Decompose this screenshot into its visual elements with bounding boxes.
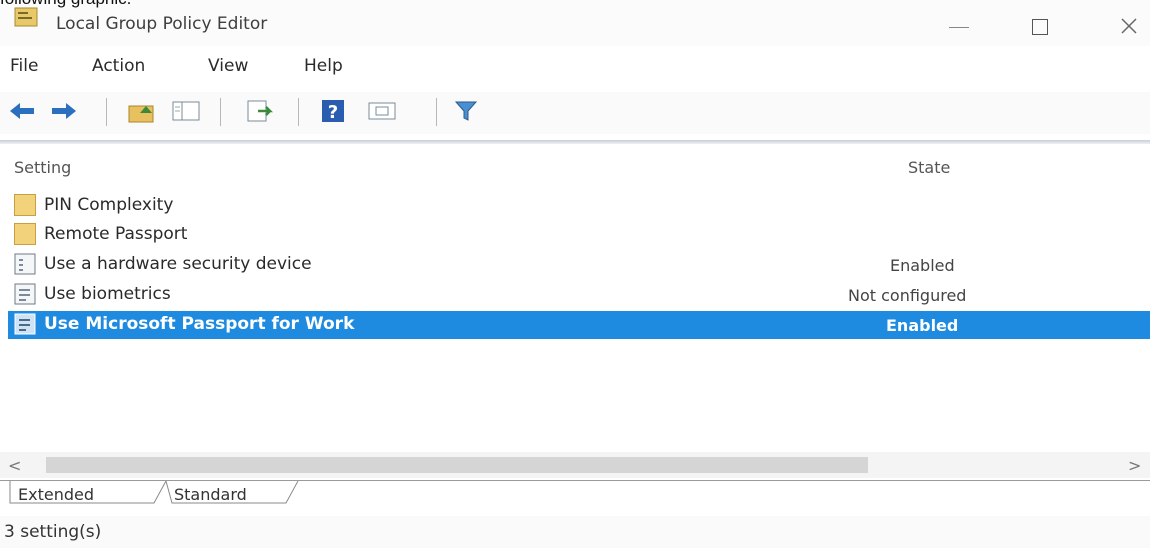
setting-name: Remote Passport [44,224,188,244]
toolbar: ? [0,92,1150,134]
view-tabs: Extended Standard [0,480,1150,515]
menu-action[interactable]: Action [92,56,145,76]
filter-icon[interactable] [450,97,482,125]
pane-divider [0,140,1150,144]
setting-name: PIN Complexity [44,195,174,215]
tab-extended[interactable]: Extended [18,485,94,504]
up-folder-icon[interactable] [126,97,158,125]
properties-icon[interactable] [366,97,398,125]
list-item[interactable]: Use a hardware security device Enabled [8,251,1150,279]
export-list-icon[interactable] [244,97,276,125]
scroll-right-arrow[interactable]: > [1128,456,1141,475]
show-hide-tree-icon[interactable] [170,97,202,125]
close-icon [1121,18,1137,34]
toolbar-separator [298,98,299,126]
group-policy-icon [14,7,38,27]
setting-state: Enabled [886,316,959,335]
policy-setting-icon [14,313,36,335]
maximize-button[interactable] [1026,14,1054,40]
list-item-selected[interactable]: Use Microsoft Passport for Work Enabled [8,311,1150,339]
setting-state: Enabled [890,256,955,275]
setting-state: Not configured [848,286,967,305]
page: Local Group Policy Editor following grap… [0,0,1150,548]
back-arrow-icon[interactable] [6,97,38,125]
tab-standard[interactable]: Standard [174,485,247,504]
toolbar-separator [220,98,221,126]
forward-arrow-icon[interactable] [48,97,80,125]
status-text: 3 setting(s) [4,522,102,542]
list-item[interactable]: PIN Complexity [8,192,1150,220]
window-title: Local Group Policy Editor [56,14,268,34]
setting-name: Use biometrics [44,284,171,304]
menu-bar: File Action View Help [0,48,1150,88]
toolbar-separator [106,98,107,126]
column-header-state[interactable]: State [908,158,950,177]
list-item[interactable]: Use biometrics Not configured [8,281,1150,309]
minimize-button[interactable] [945,14,973,40]
close-button[interactable] [1115,14,1143,40]
column-header-setting[interactable]: Setting [14,158,71,177]
help-icon[interactable]: ? [318,97,350,125]
menu-file[interactable]: File [10,56,38,76]
menu-help[interactable]: Help [304,56,343,76]
folder-icon [14,194,36,216]
horizontal-scrollbar[interactable]: < > [0,452,1150,478]
svg-text:?: ? [328,102,338,123]
title-bar: Local Group Policy Editor [0,0,1150,46]
status-bar: 3 setting(s) [0,516,1150,548]
setting-name: Use Microsoft Passport for Work [44,314,355,334]
folder-icon [14,223,36,245]
caption-text: following graphic. [0,0,131,9]
settings-list: Setting State PIN Complexity Remote Pass… [0,150,1150,450]
scrollbar-thumb[interactable] [46,457,868,473]
toolbar-separator [436,98,437,126]
policy-setting-icon [14,253,36,275]
scroll-left-arrow[interactable]: < [8,456,21,475]
setting-name: Use a hardware security device [44,254,312,274]
menu-view[interactable]: View [208,56,248,76]
policy-setting-icon [14,283,36,305]
list-item[interactable]: Remote Passport [8,221,1150,249]
